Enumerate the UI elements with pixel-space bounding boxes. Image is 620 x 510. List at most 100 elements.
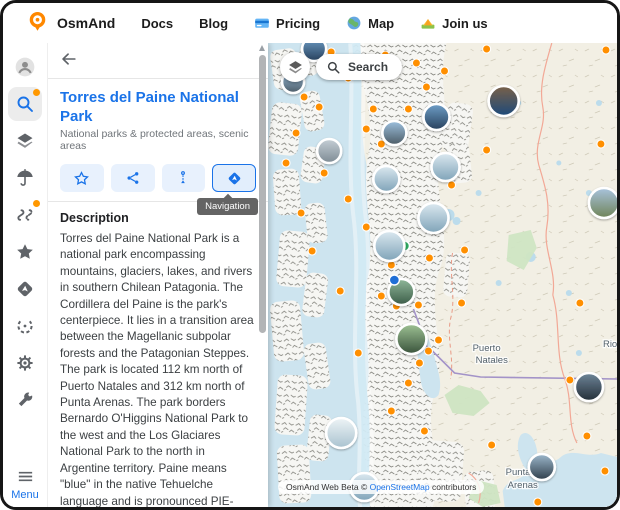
map-place-label: Puerto <box>473 343 501 354</box>
photo-marker[interactable] <box>418 203 448 233</box>
poi-dot[interactable] <box>422 83 430 91</box>
poi-dot[interactable] <box>404 379 412 387</box>
sidebar-item-tools[interactable] <box>8 383 42 417</box>
poi-dot[interactable] <box>576 299 584 307</box>
poi-dot[interactable] <box>434 336 442 344</box>
sidebar-item-tracks[interactable] <box>8 198 42 232</box>
poi-dot[interactable] <box>282 159 290 167</box>
nav-items: Docs Blog Pricing Map Join us <box>141 15 487 31</box>
map-place-label: Natales <box>476 355 509 366</box>
photo-marker[interactable] <box>589 188 617 218</box>
photo-marker[interactable] <box>489 86 519 116</box>
poi-dot[interactable] <box>425 254 433 262</box>
account-icon <box>14 56 36 78</box>
poi-dot[interactable] <box>315 103 323 111</box>
poi-dot[interactable] <box>336 287 344 295</box>
poi-dot[interactable] <box>308 247 316 255</box>
poi-dot[interactable] <box>362 125 370 133</box>
poi-dot[interactable] <box>420 427 428 435</box>
poi-dot[interactable] <box>483 146 491 154</box>
sidebar-item-settings[interactable] <box>8 346 42 380</box>
map-search-button[interactable]: Search <box>316 54 402 80</box>
poi-title: Torres del Paine National Park <box>48 79 268 128</box>
poi-dot[interactable] <box>448 181 456 189</box>
nav-item-docs[interactable]: Docs <box>141 16 173 31</box>
attribution-prefix: OsmAnd Web Beta © <box>286 482 370 492</box>
poi-dot[interactable] <box>483 45 491 53</box>
sidebar-item-search[interactable] <box>8 87 42 121</box>
poi-dot[interactable] <box>292 129 300 137</box>
poi-dot[interactable] <box>601 467 609 475</box>
scrollbar-up-arrow[interactable] <box>259 45 265 51</box>
poi-dot[interactable] <box>424 347 432 355</box>
sidebar-item-navigation[interactable] <box>8 272 42 306</box>
poi-dot[interactable] <box>566 376 574 384</box>
navigation-action-button[interactable] <box>212 164 256 192</box>
sidebar-item-weather[interactable] <box>8 161 42 195</box>
menu-button[interactable]: Menu <box>11 467 39 501</box>
photo-marker[interactable] <box>423 104 449 130</box>
poi-dot[interactable] <box>415 359 423 367</box>
globe-icon <box>346 15 362 31</box>
sidebar-item-trip-recording[interactable] <box>8 309 42 343</box>
nav-item-label: Join us <box>442 16 488 31</box>
nav-item-join-us[interactable]: Join us <box>420 15 488 31</box>
poi-dot[interactable] <box>297 209 305 217</box>
selected-poi-dot[interactable] <box>389 275 399 285</box>
poi-dot[interactable] <box>602 46 610 54</box>
navigation-tooltip: Navigation <box>197 198 258 215</box>
notification-badge <box>33 200 40 207</box>
photo-marker[interactable] <box>575 373 603 401</box>
camp-icon <box>420 15 436 31</box>
poi-dot[interactable] <box>488 441 496 449</box>
photo-marker[interactable] <box>396 324 426 354</box>
poi-dot[interactable] <box>387 407 395 415</box>
map-place-label: Rio <box>603 339 617 350</box>
map-layers-button[interactable] <box>280 52 310 82</box>
nav-item-pricing[interactable]: Pricing <box>254 15 320 31</box>
photo-marker[interactable] <box>326 418 356 448</box>
poi-dot[interactable] <box>583 432 591 440</box>
map-place-label: Arenas <box>508 480 538 491</box>
basemap: PuertoNatalesPuntaArenasRio <box>268 43 617 507</box>
poi-dot[interactable] <box>369 105 377 113</box>
poi-dot[interactable] <box>320 169 328 177</box>
sidebar-rail: Menu <box>3 43 47 507</box>
nav-item-label: Blog <box>199 16 228 31</box>
poi-dot[interactable] <box>534 498 542 506</box>
sidebar-item-favorites[interactable] <box>8 235 42 269</box>
panel-scrollbar[interactable] <box>259 55 266 333</box>
poi-dot[interactable] <box>344 195 352 203</box>
back-button[interactable] <box>60 50 78 68</box>
photo-marker[interactable] <box>382 121 406 145</box>
poi-dot[interactable] <box>440 67 448 75</box>
poi-dot[interactable] <box>300 93 308 101</box>
directions-action-button[interactable] <box>162 164 206 192</box>
brand[interactable]: OsmAnd <box>27 11 115 35</box>
sidebar-icons <box>8 48 42 418</box>
openstreetmap-link[interactable]: OpenStreetMap <box>370 482 430 492</box>
photo-marker[interactable] <box>317 139 341 163</box>
poi-dot[interactable] <box>597 140 605 148</box>
poi-dot[interactable] <box>458 299 466 307</box>
poi-dot[interactable] <box>377 292 385 300</box>
sidebar-item-map-layers[interactable] <box>8 124 42 158</box>
poi-dot[interactable] <box>362 223 370 231</box>
photo-marker[interactable] <box>431 153 459 181</box>
share-action-button[interactable] <box>111 164 155 192</box>
attribution-suffix: contributors <box>430 482 477 492</box>
photo-marker[interactable] <box>529 454 555 480</box>
poi-dot[interactable] <box>354 349 362 357</box>
brand-name: OsmAnd <box>57 15 115 31</box>
sidebar-item-account[interactable] <box>8 50 42 84</box>
nav-item-map[interactable]: Map <box>346 15 394 31</box>
poi-dot[interactable] <box>412 59 420 67</box>
photo-marker[interactable] <box>373 166 399 192</box>
nav-item-blog[interactable]: Blog <box>199 16 228 31</box>
poi-dot[interactable] <box>404 105 412 113</box>
favorite-action-button[interactable] <box>60 164 104 192</box>
map-canvas[interactable]: PuertoNatalesPuntaArenasRio Search OsmAn… <box>268 43 617 507</box>
photo-marker[interactable] <box>374 231 404 261</box>
poi-dot[interactable] <box>414 301 422 309</box>
poi-dot[interactable] <box>461 246 469 254</box>
